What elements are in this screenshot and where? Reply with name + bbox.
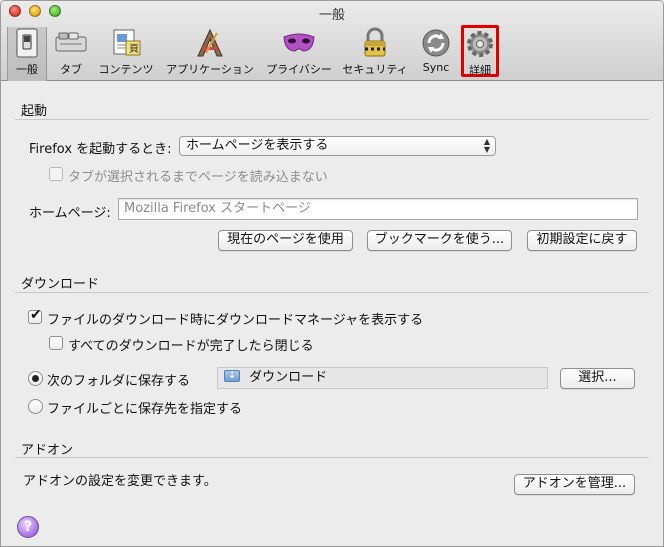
tab-security[interactable]: セキュリティ bbox=[341, 27, 409, 77]
checkmark-icon: ✔ bbox=[30, 307, 42, 323]
tab-security-label: セキュリティ bbox=[342, 63, 408, 76]
general-switch-icon bbox=[16, 28, 38, 58]
show-download-manager-label: ファイルのダウンロード時にダウンロードマネージャを表示する bbox=[47, 313, 424, 328]
tab-content[interactable]: 頁 コンテンツ bbox=[95, 27, 157, 77]
homepage-input[interactable]: Mozilla Firefox スタートページ bbox=[118, 198, 638, 220]
save-to-folder-radio[interactable] bbox=[28, 371, 43, 386]
ask-where-to-save-label: ファイルごとに保存先を指定する bbox=[47, 402, 243, 417]
tab-general[interactable]: 一般 bbox=[7, 27, 47, 81]
use-current-page-button[interactable]: 現在のページを使用 bbox=[218, 230, 353, 251]
save-to-folder-label: 次のフォルダに保存する bbox=[47, 374, 191, 389]
use-bookmark-button[interactable]: ブックマークを使う... bbox=[367, 230, 512, 251]
tab-privacy-label: プライバシー bbox=[266, 63, 332, 76]
tab-sync-label: Sync bbox=[422, 61, 450, 74]
manage-addons-button[interactable]: アドオンを管理... bbox=[514, 474, 635, 495]
tabs-icon bbox=[55, 32, 87, 52]
homepage-label: ホームページ: bbox=[29, 206, 111, 221]
window-title: 一般 bbox=[318, 8, 345, 23]
tab-applications[interactable]: アプリケーション bbox=[163, 27, 257, 77]
download-folder-field: ダウンロード bbox=[217, 367, 548, 389]
homepage-placeholder: Mozilla Firefox スタートページ bbox=[124, 201, 311, 216]
show-download-manager-checkbox[interactable]: ✔ bbox=[28, 307, 42, 324]
tab-advanced-label: 詳細 bbox=[469, 64, 491, 77]
tab-applications-label: アプリケーション bbox=[166, 63, 254, 76]
downloads-divider bbox=[15, 292, 649, 293]
content-icon: 頁 bbox=[113, 29, 141, 56]
tab-tabs[interactable]: タブ bbox=[53, 27, 89, 77]
startup-when-select[interactable]: ホームページを表示する ▲ ▼ bbox=[179, 136, 496, 156]
toolbar: 一般 一般 タブ 頁 コンテンツ アプリケーション プライバシー セキュリティ … bbox=[1, 1, 663, 81]
downloads-folder-icon bbox=[224, 368, 240, 384]
ask-where-to-save-radio[interactable] bbox=[28, 399, 43, 414]
addons-description: アドオンの設定を変更できます。 bbox=[23, 474, 217, 489]
tab-content-label: コンテンツ bbox=[98, 63, 154, 76]
close-when-done-checkbox[interactable] bbox=[49, 336, 63, 350]
tab-sync[interactable]: Sync bbox=[415, 27, 457, 77]
downloads-section-title: ダウンロード bbox=[21, 277, 100, 292]
preferences-window: 一般 一般 タブ 頁 コンテンツ アプリケーション プライバシー セキュリティ … bbox=[0, 0, 664, 547]
download-folder-name: ダウンロード bbox=[249, 370, 328, 385]
svg-text:頁: 頁 bbox=[129, 43, 139, 55]
startup-when-label: Firefox を起動するとき: bbox=[29, 142, 172, 157]
addons-section-title: アドオン bbox=[21, 443, 74, 458]
advanced-gear-icon bbox=[467, 31, 493, 57]
applications-icon bbox=[197, 28, 223, 57]
tab-advanced[interactable]: 詳細 bbox=[461, 25, 499, 77]
choose-folder-button[interactable]: 選択... bbox=[560, 368, 635, 389]
addons-divider bbox=[15, 457, 649, 458]
startup-section-title: 起動 bbox=[21, 104, 48, 119]
tab-general-label: 一般 bbox=[16, 63, 38, 76]
startup-when-value: ホームページを表示する bbox=[186, 138, 329, 153]
tab-tabs-label: タブ bbox=[60, 63, 82, 76]
startup-divider bbox=[15, 119, 649, 120]
restore-default-button[interactable]: 初期設定に戻す bbox=[527, 230, 637, 251]
select-arrows-icon: ▲ ▼ bbox=[483, 137, 490, 154]
dont-load-tabs-checkbox[interactable] bbox=[49, 167, 63, 181]
help-button[interactable]: ? bbox=[17, 516, 39, 538]
close-when-done-label: すべてのダウンロードが完了したら閉じる bbox=[68, 339, 314, 354]
dont-load-tabs-label: タブが選択されるまでページを読み込まない bbox=[68, 170, 328, 185]
sync-icon bbox=[422, 29, 450, 57]
tab-privacy[interactable]: プライバシー bbox=[263, 27, 335, 77]
privacy-mask-icon bbox=[283, 33, 315, 52]
security-lock-icon bbox=[364, 27, 386, 57]
